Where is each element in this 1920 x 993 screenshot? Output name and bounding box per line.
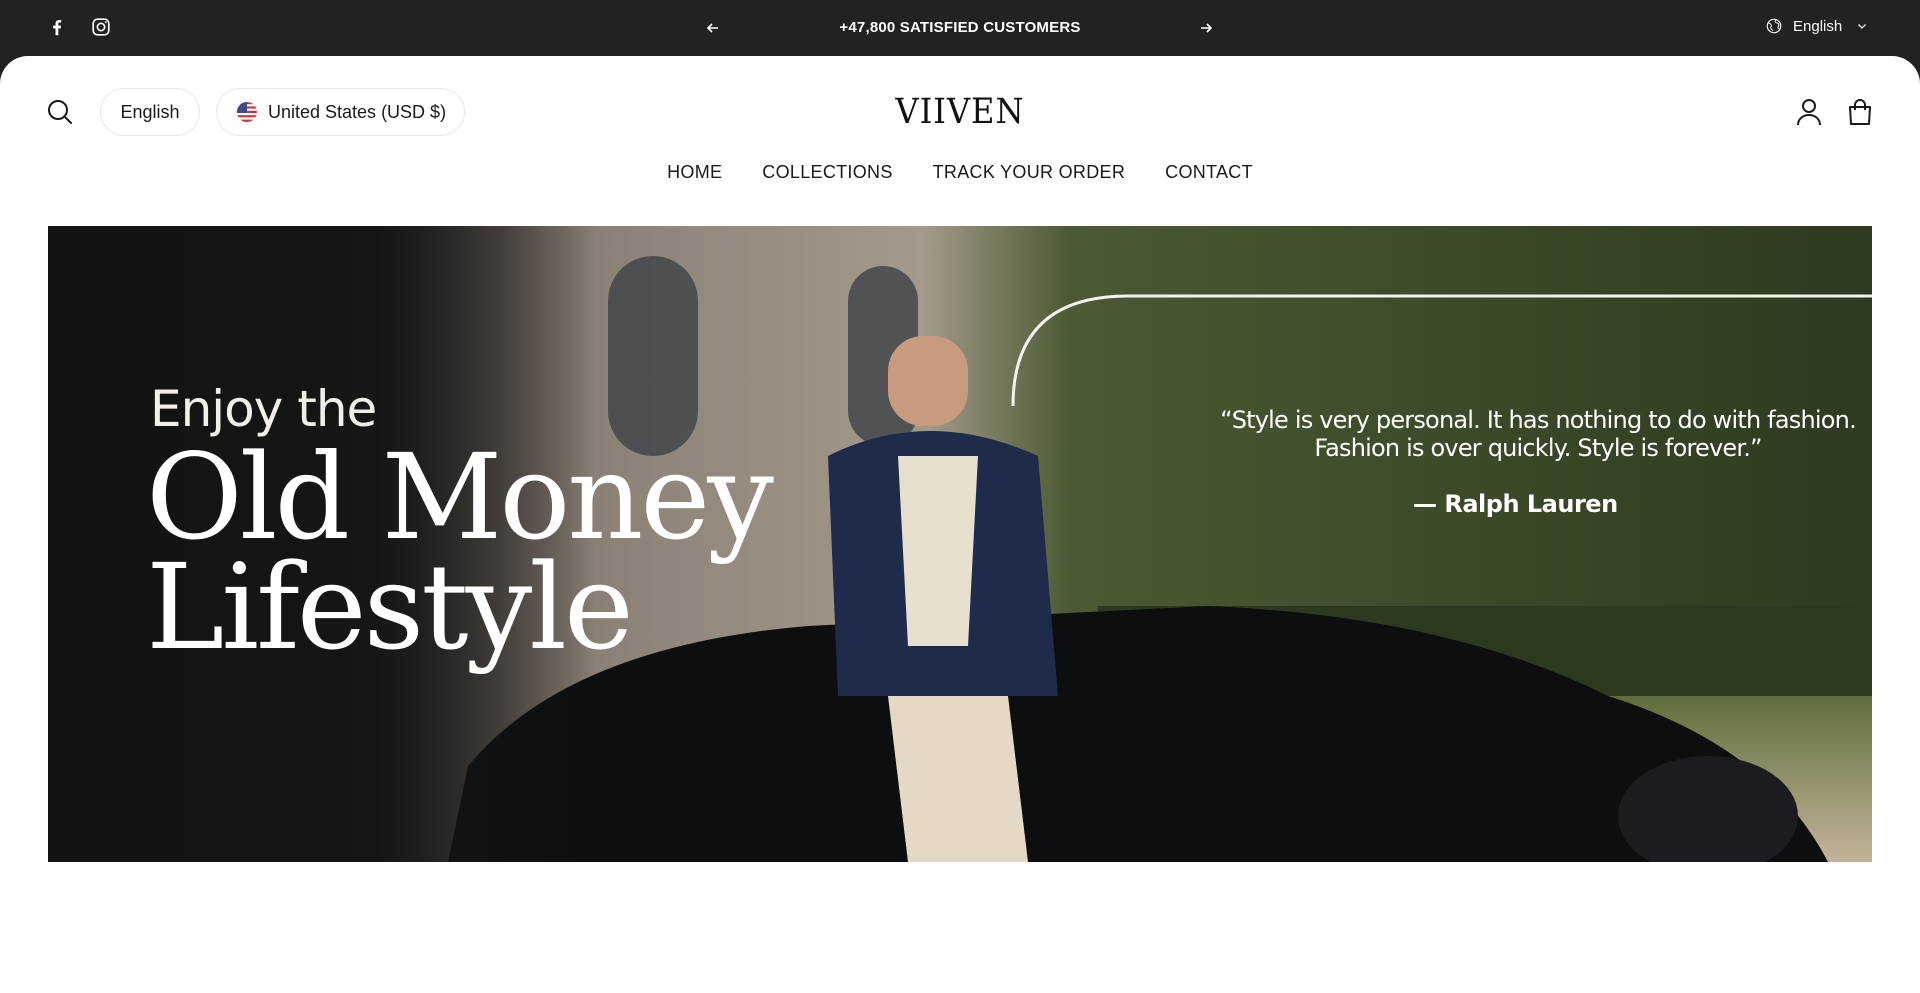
- nav-item-contact[interactable]: CONTACT: [1165, 162, 1253, 183]
- main-nav: HOME COLLECTIONS TRACK YOUR ORDER CONTAC…: [0, 162, 1920, 183]
- cart-icon: [1849, 99, 1871, 125]
- hero-quote-line2: Fashion is over quickly. Style is foreve…: [1314, 434, 1762, 462]
- country-pill-label: United States (USD $): [268, 101, 447, 122]
- language-label: English: [1793, 17, 1843, 35]
- country-selector-button[interactable]: United States (USD $): [216, 88, 465, 136]
- hero-banner[interactable]: Enjoy the Old Money Lifestyle “Style is …: [48, 226, 1872, 862]
- account-button[interactable]: [1796, 98, 1822, 126]
- hero-headline-line2: Lifestyle: [146, 538, 634, 676]
- search-button[interactable]: [46, 98, 74, 126]
- social-links: [46, 16, 112, 38]
- language-selector[interactable]: English: [1765, 17, 1868, 35]
- nav-item-track-order[interactable]: TRACK YOUR ORDER: [933, 162, 1126, 183]
- facebook-icon[interactable]: [46, 16, 68, 38]
- arrow-left-icon: [706, 23, 718, 33]
- announcement-bar: +47,800 SATISFIED CUSTOMERS English: [0, 0, 1920, 56]
- arrow-right-icon: [1201, 23, 1213, 33]
- nav-item-collections[interactable]: COLLECTIONS: [762, 162, 892, 183]
- chevron-down-icon: [1858, 24, 1867, 29]
- language-pill-button[interactable]: English: [100, 88, 200, 136]
- hero-quote: “Style is very personal. It has nothing …: [1148, 406, 1872, 462]
- cart-button[interactable]: [1847, 98, 1873, 126]
- instagram-icon[interactable]: [90, 16, 112, 38]
- announcement-next-button[interactable]: [1195, 17, 1217, 39]
- search-icon: [48, 100, 72, 124]
- site-logo[interactable]: VIIVEN: [868, 92, 1052, 132]
- globe-icon: [1766, 18, 1782, 34]
- announcement-prev-button[interactable]: [702, 17, 724, 39]
- nav-item-home[interactable]: HOME: [667, 162, 722, 183]
- language-pill-label: English: [120, 101, 180, 122]
- account-icon: [1797, 99, 1821, 126]
- hero-quote-line1: “Style is very personal. It has nothing …: [1220, 406, 1857, 434]
- hero-quote-author: — Ralph Lauren: [1413, 490, 1618, 518]
- site-header: English United States (USD $) VIIVEN HOM…: [0, 56, 1920, 993]
- announcement-text: +47,800 SATISFIED CUSTOMERS: [839, 19, 1081, 36]
- us-flag-icon: [237, 102, 257, 122]
